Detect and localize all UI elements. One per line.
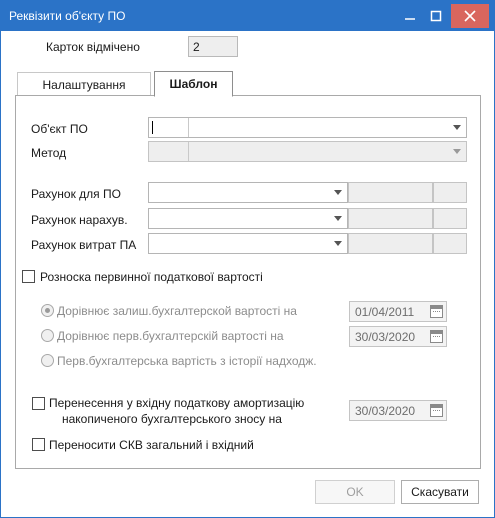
- text-cursor: [152, 121, 153, 134]
- close-icon: [464, 10, 476, 22]
- account-accrual-label: Рахунок нарахув.: [31, 213, 128, 227]
- account-expense-extra: [433, 233, 467, 254]
- option-initial-radio: [41, 329, 54, 342]
- cancel-button[interactable]: Скасувати: [401, 480, 479, 504]
- transfer-label-line2[interactable]: накопиченого бухгалтерського зносу на: [62, 412, 282, 426]
- tab-settings[interactable]: Налаштування: [17, 72, 151, 97]
- ok-button-label: OK: [346, 485, 364, 499]
- object-label: Об'єкт ПО: [31, 122, 88, 136]
- method-code-part: [149, 142, 189, 161]
- distribution-checkbox[interactable]: [22, 270, 35, 283]
- option-initial-label: Дорівнює перв.бухгалтерскій вартості на: [57, 329, 284, 343]
- close-button[interactable]: [451, 4, 489, 28]
- maximize-button[interactable]: [425, 4, 447, 28]
- option-residual-date: 01/04/2011: [349, 301, 447, 322]
- method-combo: [148, 141, 467, 162]
- minimize-icon: [405, 18, 415, 20]
- count-field: 2: [188, 36, 238, 57]
- account-po-combo[interactable]: [148, 182, 348, 203]
- ok-button[interactable]: OK: [315, 480, 395, 504]
- tab-template-label: Шаблон: [169, 77, 218, 91]
- skv-checkbox[interactable]: [32, 438, 45, 451]
- chevron-down-icon[interactable]: [334, 216, 342, 221]
- account-expense-name: [348, 233, 433, 254]
- chevron-down-icon[interactable]: [334, 190, 342, 195]
- account-po-label: Рахунок для ПО: [31, 187, 121, 201]
- tab-template[interactable]: Шаблон: [154, 71, 233, 97]
- account-accrual-name: [348, 208, 433, 229]
- calendar-icon: [430, 404, 443, 417]
- transfer-label-line1[interactable]: Перенесення у вхідну податкову амортизац…: [49, 396, 304, 410]
- option-history-label: Перв.бухгалтерська вартість з історії на…: [57, 354, 317, 368]
- account-expense-combo[interactable]: [148, 233, 348, 254]
- radio-selected-dot: [45, 308, 50, 313]
- account-po-name: [348, 182, 433, 203]
- option-initial-date-value: 30/03/2020: [355, 330, 416, 344]
- chevron-down-icon: [453, 149, 461, 154]
- skv-label[interactable]: Переносити СКВ загальний і вхідний: [49, 438, 254, 452]
- calendar-icon: [430, 330, 443, 343]
- transfer-date: 30/03/2020: [349, 400, 447, 421]
- option-residual-date-value: 01/04/2011: [355, 305, 415, 319]
- calendar-icon: [430, 305, 443, 318]
- distribution-label[interactable]: Розноска первинної податкової вартості: [40, 270, 263, 284]
- account-accrual-extra: [433, 208, 467, 229]
- count-label: Карток відмічено: [46, 40, 140, 54]
- option-history-radio: [41, 354, 54, 367]
- count-value: 2: [193, 40, 200, 54]
- method-label: Метод: [31, 146, 67, 160]
- title-bar[interactable]: Реквізити об'єкту ПО: [1, 1, 494, 31]
- option-residual-radio: [41, 304, 54, 317]
- account-po-extra: [433, 182, 467, 203]
- maximize-icon: [430, 10, 442, 22]
- account-accrual-combo[interactable]: [148, 208, 348, 229]
- dialog-window: Реквізити об'єкту ПО Карток відмічено 2 …: [0, 0, 495, 518]
- object-combo[interactable]: [148, 117, 467, 138]
- window-title: Реквізити об'єкту ПО: [9, 9, 126, 23]
- option-residual-label: Дорівнює залиш.бухгалтерской вартості на: [57, 304, 297, 318]
- cancel-button-label: Скасувати: [411, 485, 469, 499]
- account-expense-label: Рахунок витрат ПА: [31, 238, 137, 252]
- tab-settings-label: Налаштування: [42, 78, 126, 92]
- chevron-down-icon[interactable]: [334, 241, 342, 246]
- minimize-button[interactable]: [399, 4, 421, 28]
- transfer-checkbox[interactable]: [32, 397, 45, 410]
- transfer-date-value: 30/03/2020: [355, 404, 416, 418]
- chevron-down-icon[interactable]: [453, 125, 461, 130]
- object-code-part[interactable]: [149, 118, 189, 137]
- option-initial-date: 30/03/2020: [349, 326, 447, 347]
